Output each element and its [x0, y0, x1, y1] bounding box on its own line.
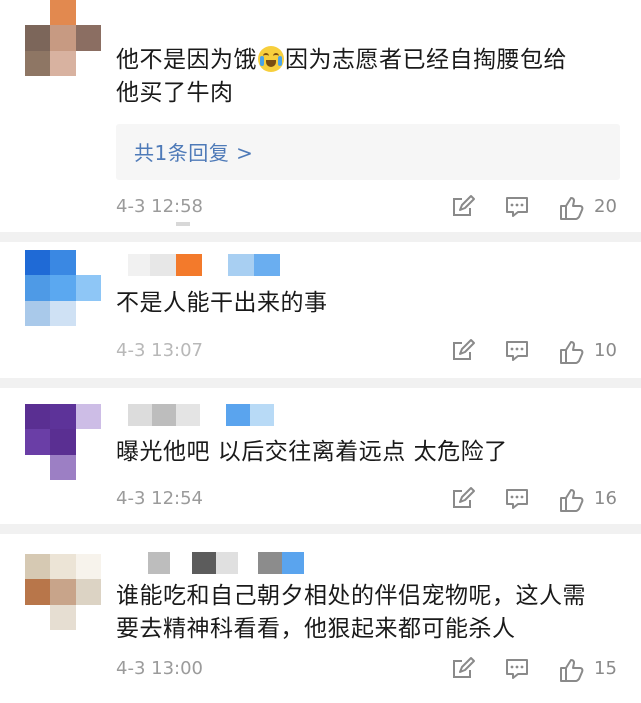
comment-time: 4-3 12:58 [116, 196, 203, 217]
divider [0, 524, 641, 534]
share-edit-icon[interactable] [450, 486, 476, 512]
comment-meta: 4-3 13:07 10 [116, 338, 626, 368]
share-edit-icon[interactable] [450, 656, 476, 682]
comment-item: 他不是因为饿 因为志愿者已经自掏腰包给 他买了牛肉 共1条回复 > 4-3 12:… [0, 0, 641, 232]
reply-box[interactable]: 共1条回复 > [116, 124, 620, 180]
like-count: 15 [594, 658, 617, 679]
like-count: 10 [594, 340, 617, 361]
comment-text: 不是人能干出来的事 [116, 290, 328, 316]
comment-item: 谁能吃和自己朝夕相处的伴侣宠物呢，这人需 要去精神科看看，他狠起来都可能杀人 4… [0, 534, 641, 703]
avatar[interactable] [25, 404, 101, 480]
comment-text: 曝光他吧 以后交往离着远点 太危险了 [116, 439, 508, 465]
username-blurred[interactable] [128, 552, 304, 574]
thumbs-up-icon[interactable] [558, 194, 586, 222]
comment-time: 4-3 13:00 [116, 658, 203, 679]
share-edit-icon[interactable] [450, 194, 476, 220]
avatar[interactable] [25, 554, 101, 630]
comment-icon[interactable] [504, 486, 530, 512]
view-replies-link[interactable]: 共1条回复 > [134, 137, 253, 166]
comment-text: 他不是因为饿 因为志愿者已经自掏腰包给 他买了牛肉 [116, 44, 628, 110]
divider [0, 378, 641, 388]
thumbs-up-icon[interactable] [558, 338, 586, 366]
comment-text-part: 他不是因为饿 [116, 47, 257, 73]
like-count: 20 [594, 196, 617, 217]
comment-text-part: 他买了牛肉 [116, 80, 234, 106]
comment-time: 4-3 13:07 [116, 340, 203, 361]
share-edit-icon[interactable] [450, 338, 476, 364]
blurred-fragment [176, 222, 190, 226]
comment-time: 4-3 12:54 [116, 488, 203, 509]
comment-text-line: 谁能吃和自己朝夕相处的伴侣宠物呢，这人需 [116, 583, 586, 609]
like-count: 16 [594, 488, 617, 509]
comment-text: 谁能吃和自己朝夕相处的伴侣宠物呢，这人需 要去精神科看看，他狠起来都可能杀人 [116, 580, 628, 646]
comment-meta: 4-3 12:58 20 [116, 194, 626, 224]
comment-icon[interactable] [504, 656, 530, 682]
comment-meta: 4-3 13:00 15 [116, 656, 626, 686]
comment-icon[interactable] [504, 338, 530, 364]
avatar[interactable] [25, 250, 101, 326]
thumbs-up-icon[interactable] [558, 656, 586, 684]
comment-item: 曝光他吧 以后交往离着远点 太危险了 4-3 12:54 16 [0, 388, 641, 524]
crying-laughing-emoji-icon [258, 46, 284, 72]
avatar[interactable] [25, 0, 101, 76]
comment-item: 不是人能干出来的事 4-3 13:07 10 [0, 242, 641, 378]
username-blurred[interactable] [128, 254, 280, 276]
comment-text-part: 因为志愿者已经自掏腰包给 [285, 47, 567, 73]
thumbs-up-icon[interactable] [558, 486, 586, 514]
divider [0, 232, 641, 242]
comment-meta: 4-3 12:54 16 [116, 486, 626, 516]
username-blurred[interactable] [128, 404, 274, 426]
comment-icon[interactable] [504, 194, 530, 220]
comment-text-line: 要去精神科看看，他狠起来都可能杀人 [116, 616, 516, 642]
